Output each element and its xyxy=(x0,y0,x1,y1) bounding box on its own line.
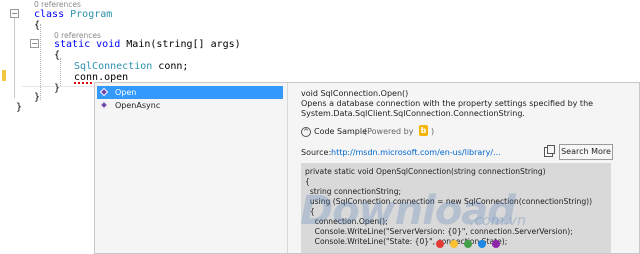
completion-item-openasync[interactable]: OpenAsync xyxy=(97,99,283,112)
watermark-dot xyxy=(492,240,500,248)
indent-guide xyxy=(40,24,41,100)
code-line-main: static void Main(string[] args) xyxy=(54,39,241,50)
source-link[interactable]: http://msdn.microsoft.com/en-us/library/… xyxy=(331,148,501,157)
fold-guide xyxy=(14,14,15,98)
method-icon xyxy=(99,87,109,97)
class-name: Program xyxy=(70,9,113,20)
code-lens-references[interactable]: 0 references xyxy=(34,0,81,9)
keyword: class xyxy=(34,9,65,20)
watermark-dot xyxy=(436,240,444,248)
expand-collapse-icon[interactable]: ^ xyxy=(301,127,311,137)
copy-icon[interactable] xyxy=(544,145,555,157)
watermark-domain: .com.vn xyxy=(470,213,526,229)
keyword: void xyxy=(96,39,121,50)
code-brace: } xyxy=(34,92,41,103)
type-name: SqlConnection xyxy=(74,61,153,72)
sample-line: private static void OpenSqlConnection(st… xyxy=(305,167,546,176)
completion-item-open[interactable]: Open xyxy=(97,86,283,99)
powered-by-label: (Powered by xyxy=(364,127,414,136)
watermark-dot xyxy=(450,240,458,248)
code-brace: } xyxy=(54,83,61,94)
watermark-dot xyxy=(464,240,472,248)
collapse-method-icon[interactable]: − xyxy=(30,39,39,48)
code-brace: { xyxy=(54,50,61,61)
indent-guide xyxy=(60,58,61,86)
code-line-declaration: SqlConnection conn; xyxy=(74,61,188,72)
source-label: Source: xyxy=(301,148,332,157)
sample-line: { xyxy=(305,177,310,186)
method-description: Opens a database connection with the pro… xyxy=(301,99,594,118)
method-signature: Main(string[] args) xyxy=(126,39,241,50)
bing-logo-icon: b xyxy=(419,125,428,136)
code-brace: } xyxy=(16,102,23,113)
powered-by-close: ) xyxy=(431,127,435,136)
method-signature: void SqlConnection.Open() xyxy=(301,89,409,98)
declaration-rest: conn; xyxy=(152,61,189,72)
code-sample-label[interactable]: Code Sample xyxy=(314,127,367,136)
search-more-button[interactable]: Search More xyxy=(559,144,613,160)
watermark-dot xyxy=(478,240,486,248)
keyword: static xyxy=(54,39,91,50)
change-indicator xyxy=(2,70,6,81)
code-brace: { xyxy=(34,20,41,31)
code-line-class: class Program xyxy=(34,9,112,20)
collapse-class-icon[interactable]: − xyxy=(10,9,19,18)
sample-line: Console.WriteLine("State: {0}", connecti… xyxy=(305,237,508,246)
method-icon xyxy=(99,100,109,110)
completion-list[interactable]: Open OpenAsync xyxy=(95,83,288,253)
